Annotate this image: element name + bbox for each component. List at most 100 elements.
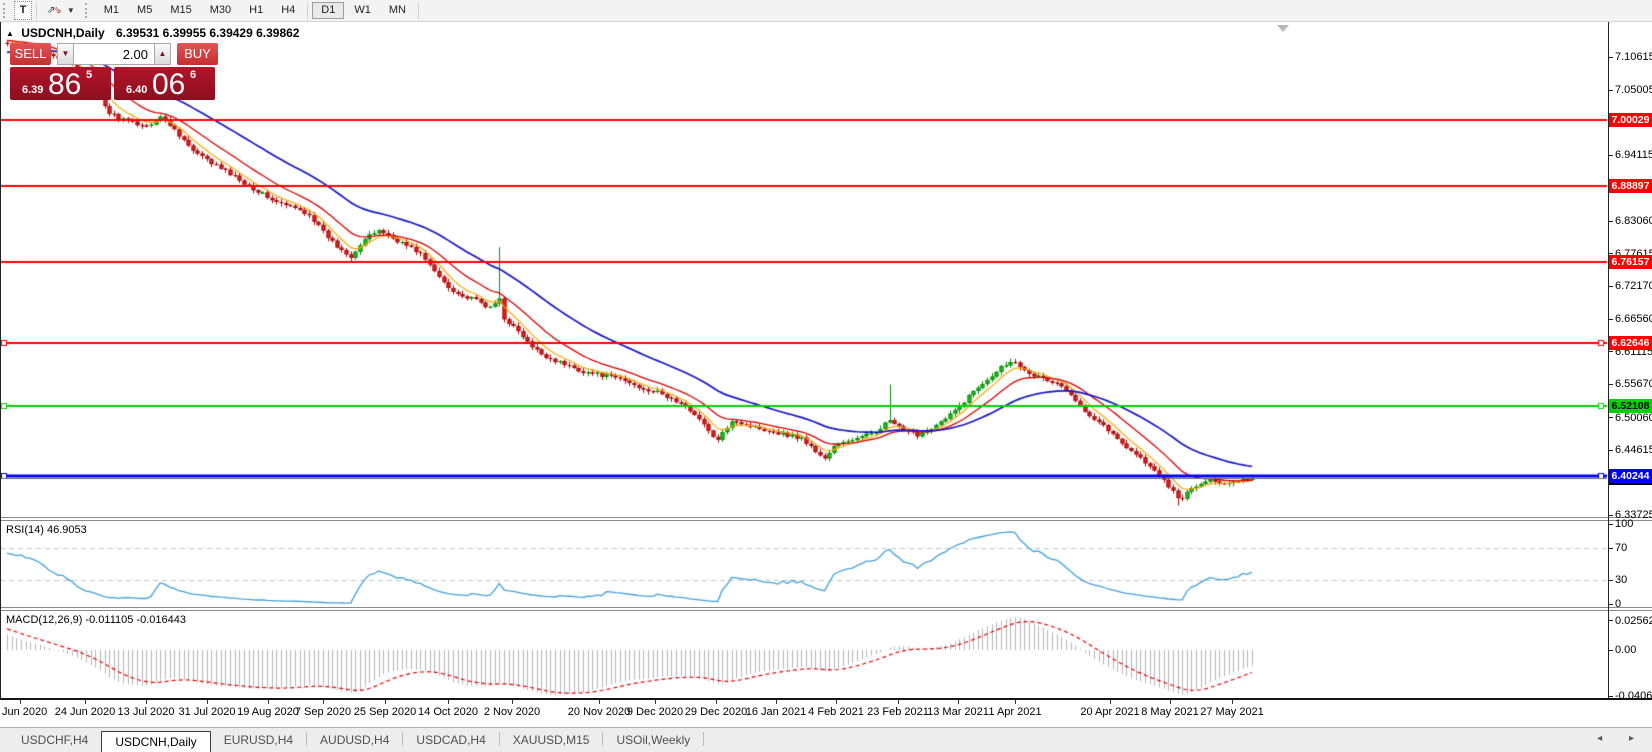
timeframe-w1[interactable]: W1 <box>346 2 379 19</box>
price-tick <box>1609 383 1613 385</box>
date-tick <box>146 700 147 704</box>
tab-scroll-left-icon[interactable]: ◂ <box>1597 733 1614 744</box>
collapse-arrow-icon[interactable]: ▲ <box>6 29 14 38</box>
timeframe-m1[interactable]: M1 <box>96 2 127 19</box>
rsi-tick-label: 0 <box>1615 598 1622 610</box>
price-line-label: 6.76157 <box>1609 255 1652 270</box>
tab-scroll-right-icon[interactable]: ▸ <box>1629 733 1646 744</box>
price-tick <box>1609 253 1613 255</box>
toolbar-separator <box>36 2 37 19</box>
terminal-window: T ⇗⇘ ▼ M1 M5 M15 M30 H1 H4 D1 W1 MN ▲ USDCNH,Dai… <box>0 0 1652 752</box>
date-label: 20 Apr 2021 <box>1080 706 1140 718</box>
sell-price-base: 6.39 <box>22 84 44 96</box>
toolbar-separator <box>307 2 309 19</box>
date-tick <box>207 700 208 704</box>
volume-input[interactable] <box>74 43 154 65</box>
text-tool-button[interactable]: T <box>14 1 32 20</box>
date-label: 9 Dec 2020 <box>626 706 684 718</box>
sell-price-pips: 86 <box>48 68 82 101</box>
date-label: 31 Jul 2020 <box>178 706 236 718</box>
date-tick <box>385 700 386 704</box>
ohlc-values: 6.39531 6.39955 6.39429 6.39862 <box>115 26 300 40</box>
price-tick-label: 6.50060 <box>1615 411 1652 424</box>
chart-title: ▲ USDCNH,Daily 6.39531 6.39955 6.39429 6… <box>6 26 299 40</box>
toolbar-drag-handle[interactable] <box>3 3 10 18</box>
rsi-tick <box>1609 603 1613 605</box>
date-tick <box>512 700 513 704</box>
toolbar-drag-handle[interactable] <box>84 3 92 18</box>
price-tick <box>1609 449 1613 451</box>
date-label: 23 Feb 2021 <box>867 706 929 718</box>
price-line-label: 6.88897 <box>1609 179 1652 194</box>
date-tick <box>1232 700 1233 704</box>
buy-button[interactable]: BUY <box>177 43 218 65</box>
timeframe-mn[interactable]: MN <box>381 2 414 19</box>
timeframe-m30[interactable]: M30 <box>202 2 239 19</box>
date-tick <box>323 700 324 704</box>
date-tick <box>898 700 899 704</box>
macd-label: MACD(12,26,9) -0.011105 -0.016443 <box>6 614 186 626</box>
date-tick <box>1015 700 1016 704</box>
date-label: 1 Apr 2021 <box>988 706 1042 718</box>
sell-price-point: 5 <box>86 69 93 81</box>
timeframe-buttons: M1 M5 M15 M30 H1 H4 D1 W1 MN <box>95 2 422 19</box>
volume-increase-button[interactable]: ▲ <box>154 43 171 65</box>
tab-scroll-arrows: ◂ ▸ <box>1597 733 1646 744</box>
chart-tab-usdcad[interactable]: USDCAD,H4 <box>403 731 498 749</box>
chart-tab-audusd[interactable]: AUDUSD,H4 <box>307 731 402 749</box>
price-tick-label: 7.10615 <box>1615 51 1652 63</box>
timeframe-h4[interactable]: H4 <box>273 2 303 19</box>
date-label: 16 Jan 2021 <box>745 706 807 718</box>
rsi-tick <box>1609 547 1613 549</box>
chart-tab-usoil[interactable]: USOil,Weekly <box>603 731 703 749</box>
date-tick <box>716 700 717 704</box>
buy-price-base: 6.40 <box>126 84 148 96</box>
date-label: 5 Jun 2020 <box>0 706 48 718</box>
price-tick <box>1609 318 1613 320</box>
rsi-label: RSI(14) 46.9053 <box>6 524 87 536</box>
price-tick <box>1609 56 1613 58</box>
chevron-down-icon: ▼ <box>66 6 75 15</box>
rsi-tick-label: 100 <box>1615 518 1634 530</box>
timeframe-d1[interactable]: D1 <box>312 2 345 19</box>
date-label: 14 Oct 2020 <box>418 706 478 718</box>
sell-price-display[interactable]: 6.39 86 5 <box>10 67 111 101</box>
toolbar: T ⇗⇘ ▼ M1 M5 M15 M30 H1 H4 D1 W1 MN <box>0 0 1652 22</box>
arrows-tool-button[interactable]: ⇗⇘ ▼ <box>41 2 81 19</box>
buy-price-point: 6 <box>190 69 197 81</box>
price-line-label: 6.52108 <box>1609 398 1652 413</box>
macd-tick-label: -0.040687 <box>1615 690 1652 702</box>
timeframe-h1[interactable]: H1 <box>241 2 271 19</box>
chart-tab-xauusd[interactable]: XAUUSD,M15 <box>500 731 603 749</box>
pane-separator[interactable] <box>0 517 1652 521</box>
date-label: 29 Dec 2020 <box>684 706 748 718</box>
chart-canvas[interactable] <box>0 0 1652 752</box>
price-line-label: 6.62646 <box>1609 335 1652 350</box>
price-tick <box>1609 285 1613 287</box>
sell-button[interactable]: SELL <box>10 43 51 65</box>
timeframe-m15[interactable]: M15 <box>162 2 199 19</box>
chart-shift-marker[interactable] <box>1277 25 1289 32</box>
date-label: 2 Nov 2020 <box>483 706 541 718</box>
chart-tab-usdcnh[interactable]: USDCNH,Daily <box>101 731 211 752</box>
date-tick <box>599 700 600 704</box>
price-tick <box>1609 514 1613 516</box>
pane-separator[interactable] <box>0 607 1652 611</box>
chart-tab-usdchf[interactable]: USDCHF,H4 <box>8 731 101 749</box>
date-label: 25 Sep 2020 <box>353 706 417 718</box>
toolbar-separator <box>417 2 419 19</box>
rsi-tick <box>1609 579 1613 581</box>
chart-left-border <box>0 22 1 699</box>
buy-price-display[interactable]: 6.40 06 6 <box>114 67 215 101</box>
date-label: 24 Jun 2020 <box>54 706 116 718</box>
date-label: 7 Sep 2020 <box>294 706 352 718</box>
date-tick <box>268 700 269 704</box>
price-tick-label: 6.83060 <box>1615 215 1652 228</box>
volume-decrease-button[interactable]: ▼ <box>57 43 74 65</box>
rsi-tick-label: 30 <box>1615 574 1628 586</box>
timeframe-m5[interactable]: M5 <box>129 2 160 19</box>
price-tick-label: 6.72170 <box>1615 280 1652 292</box>
date-tick <box>1170 700 1171 704</box>
chart-tab-eurusd[interactable]: EURUSD,H4 <box>211 731 306 749</box>
time-axis[interactable]: 5 Jun 2020 24 Jun 202013 Jul 202031 Jul 2… <box>0 698 1652 729</box>
